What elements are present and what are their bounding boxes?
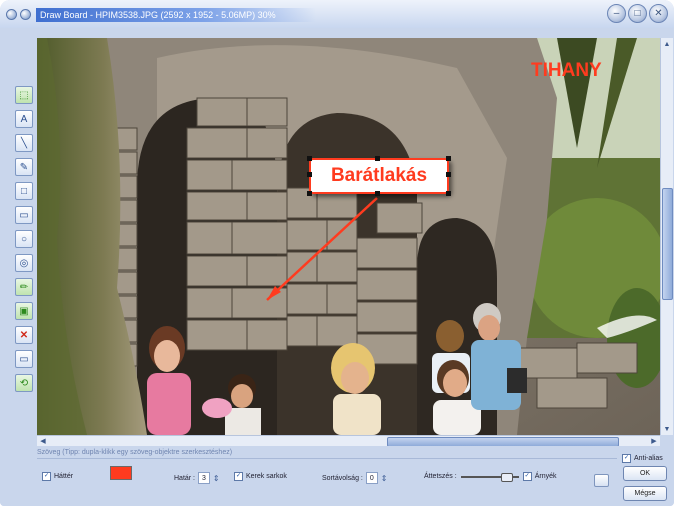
scroll-left-icon[interactable]: ◀ <box>38 436 48 446</box>
menu-dot-icon[interactable] <box>20 9 31 20</box>
ellipse-tool[interactable]: ○ <box>15 230 33 248</box>
pen-tool[interactable]: ✎ <box>15 158 33 176</box>
close-icon[interactable]: ✕ <box>649 4 668 23</box>
attetszes-label: Áttetszés : <box>424 473 457 480</box>
sortavolsag-value: 0 <box>369 474 374 482</box>
image-canvas[interactable]: TIHANY Barátlakás <box>37 38 660 435</box>
minimize-icon[interactable]: – <box>607 4 626 23</box>
resize-handle[interactable] <box>375 191 380 196</box>
attetszes-slider[interactable] <box>460 472 519 482</box>
filled-ellipse-tool[interactable]: ◎ <box>15 254 33 272</box>
resize-handle[interactable] <box>307 191 312 196</box>
image-tool[interactable]: ▣ <box>15 302 33 320</box>
spinner-arrows-icon[interactable]: ⇕ <box>381 474 388 483</box>
line-tool[interactable]: ╲ <box>15 134 33 152</box>
scroll-up-icon[interactable]: ▲ <box>662 39 672 49</box>
slider-thumb[interactable] <box>501 472 514 482</box>
text-tool[interactable]: A <box>15 110 33 128</box>
fill-color-swatch[interactable] <box>110 466 148 486</box>
rect-tool[interactable]: □ <box>15 182 33 200</box>
resize-handle[interactable] <box>307 156 312 161</box>
resize-handle[interactable] <box>446 191 451 196</box>
menu-dot-icon[interactable] <box>6 9 17 20</box>
extra-options-button[interactable] <box>594 474 609 487</box>
scroll-right-icon[interactable]: ▶ <box>649 436 659 446</box>
resize-handle[interactable] <box>446 172 451 177</box>
maximize-icon[interactable]: □ <box>628 4 647 23</box>
draw-board-window: Draw Board - HPIM3538.JPG (2592 x 1952 -… <box>0 0 674 506</box>
zoom-tool[interactable]: ⟲ <box>15 374 33 392</box>
kerek-sarkok-checkbox[interactable]: ✓ <box>234 472 243 481</box>
hatar-label: Határ : <box>174 474 196 482</box>
sortavolsag-label: Sortávolság : <box>322 474 363 482</box>
anti-alias-label: Anti-alias <box>634 455 663 462</box>
title-bar: Draw Board - HPIM3538.JPG (2592 x 1952 -… <box>0 0 674 28</box>
callout-text: Barátlakás <box>330 165 428 186</box>
cancel-button[interactable]: Mégse <box>623 486 667 501</box>
ok-button[interactable]: OK <box>623 466 667 481</box>
window-title: Draw Board - HPIM3538.JPG (2592 x 1952 -… <box>36 8 316 22</box>
hatter-label: Háttér <box>54 473 74 480</box>
delete-tool[interactable]: ✕ <box>15 326 33 344</box>
window-menu[interactable] <box>6 9 31 20</box>
hint-text: Szöveg (Tipp: dupla-klikk egy szöveg-obj… <box>37 449 617 459</box>
crop-tool[interactable]: ▭ <box>15 350 33 368</box>
resize-handle[interactable] <box>307 172 312 177</box>
resize-handle[interactable] <box>446 156 451 161</box>
callout-arrow[interactable] <box>37 38 660 435</box>
properties-panel: Szöveg (Tipp: dupla-klikk egy szöveg-obj… <box>0 446 674 506</box>
hatter-checkbox[interactable]: ✓ <box>42 472 51 481</box>
arnyek-label: Árnyék <box>534 473 557 480</box>
spinner-arrows-icon[interactable]: ⇕ <box>213 474 220 483</box>
highlight-tool[interactable]: ✏ <box>15 278 33 296</box>
anti-alias-checkbox[interactable]: ✓ <box>622 454 631 463</box>
hatar-value: 3 <box>202 474 206 482</box>
vertical-scroll-thumb[interactable] <box>662 188 673 300</box>
resize-handle[interactable] <box>375 156 380 161</box>
drawing-toolbar: ⬚ A ╲ ✎ □ ▭ ○ ◎ ✏ ▣ ✕ ▭ ⟲ <box>15 86 33 398</box>
callout-box[interactable]: Barátlakás <box>307 156 451 196</box>
scroll-down-icon[interactable]: ▼ <box>662 424 672 434</box>
kerek-sarkok-label: Kerek sarkok <box>246 473 287 480</box>
arnyek-checkbox[interactable]: ✓ <box>522 472 532 481</box>
vertical-scrollbar[interactable]: ▲ ▼ <box>660 38 673 435</box>
sortavolsag-spinner[interactable]: 0 <box>365 472 378 484</box>
hatar-spinner[interactable]: 3 <box>198 472 210 484</box>
select-tool[interactable]: ⬚ <box>15 86 33 104</box>
filled-rect-tool[interactable]: ▭ <box>15 206 33 224</box>
